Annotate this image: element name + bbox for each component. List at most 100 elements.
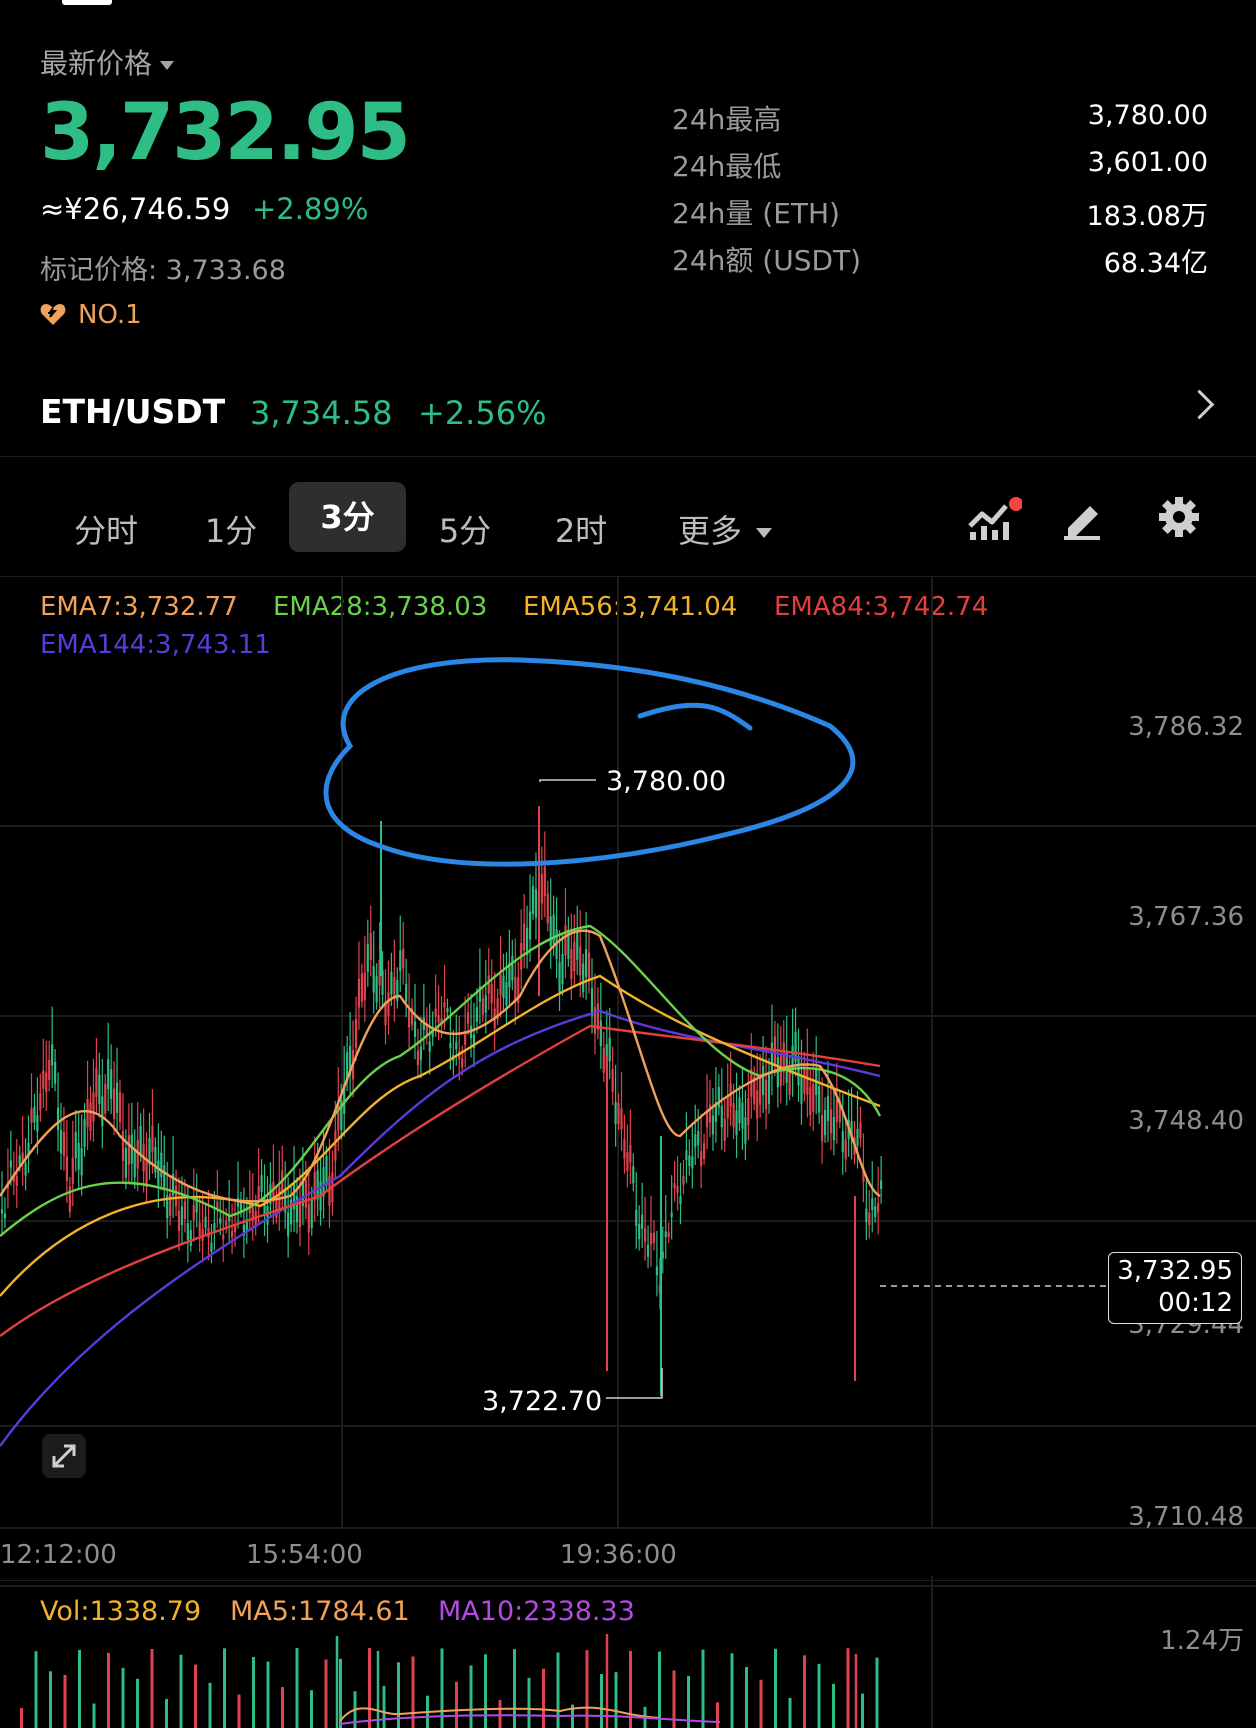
candle-body (558, 961, 561, 992)
candle-body (859, 1122, 862, 1138)
candle-body (68, 1186, 71, 1212)
candle-body (667, 1232, 670, 1238)
candle-body (467, 1012, 470, 1024)
volume-bar (92, 1703, 96, 1728)
candle-body (720, 1106, 723, 1128)
candle-body (865, 1208, 868, 1223)
candle-body (24, 1163, 27, 1176)
candle-body (797, 1056, 800, 1086)
y-axis-tick: 3,710.48 (1128, 1502, 1244, 1532)
candle-body (139, 1126, 142, 1155)
candle-body (71, 1157, 74, 1184)
candle-body (688, 1155, 691, 1167)
volume-bar (266, 1661, 270, 1728)
tab-more[interactable]: 更多 (660, 496, 790, 566)
candle-body (723, 1118, 726, 1141)
candle-body (408, 1009, 411, 1028)
tab-3min[interactable]: 3分 (289, 482, 406, 552)
volume-bar (49, 1671, 52, 1728)
candle-body (54, 1061, 57, 1084)
volume-bar (658, 1651, 661, 1728)
candle-body (475, 1007, 479, 1022)
candle-body (540, 874, 543, 904)
draw-pen-icon[interactable] (1062, 498, 1104, 540)
candle-body (874, 1206, 877, 1217)
hand-drawn-circle (323, 657, 856, 867)
divider (0, 1580, 1256, 1581)
candle-body (48, 1059, 51, 1080)
candle-body (121, 1131, 125, 1161)
tab-5min[interactable]: 5分 (410, 496, 520, 566)
settings-gear-icon[interactable] (1158, 496, 1200, 538)
candle-body (360, 973, 363, 1002)
x-axis-tick: 15:54:00 (246, 1540, 363, 1570)
stat-value-turnover: 68.34亿 (1103, 248, 1208, 279)
candle-body (201, 1228, 204, 1241)
candle-body (369, 932, 372, 960)
volume-bar (484, 1654, 487, 1728)
volume-bar (223, 1648, 226, 1728)
candle-body (434, 1008, 437, 1017)
candle-body (582, 963, 585, 992)
candle-body (564, 925, 567, 956)
y-axis-tick: 3,767.36 (1128, 902, 1244, 932)
volume-bar (179, 1654, 183, 1728)
stat-value-high: 3,780.00 (1087, 100, 1208, 131)
caret-down-icon (160, 60, 175, 70)
stat-label-turnover: 24h额 (USDT) (672, 244, 862, 277)
candle-countdown: 00:12 (1158, 1288, 1233, 1318)
volume-bar (208, 1682, 212, 1728)
caret-down-icon (756, 528, 772, 538)
candle-body (523, 923, 526, 951)
candle-body (635, 1209, 638, 1227)
volume-bar (368, 1648, 371, 1728)
candle-body (225, 1221, 228, 1226)
candle-body (823, 1109, 827, 1136)
candle-body (51, 1044, 54, 1066)
rank-badge[interactable]: NO.1 (40, 300, 142, 330)
candle-body (880, 1180, 883, 1190)
high-annotation: 3,780.00 (606, 766, 727, 797)
low-annotation: 3,722.70 (482, 1386, 603, 1417)
candle-body (732, 1103, 735, 1128)
stat-label-low: 24h最低 (672, 150, 782, 183)
volume-bar (774, 1648, 777, 1728)
candle-body (127, 1135, 130, 1165)
candle-body (809, 1087, 812, 1116)
candle-body (163, 1165, 166, 1190)
tab-1min[interactable]: 1分 (176, 496, 286, 566)
candle-body (711, 1115, 715, 1135)
candle-body (826, 1096, 830, 1121)
latest-price-label: 最新价格 (40, 47, 153, 80)
candle-body (124, 1148, 127, 1178)
expand-button[interactable] (42, 1434, 86, 1478)
candle-body (546, 893, 549, 924)
candle-body (764, 1079, 768, 1110)
volume-bar (614, 1672, 618, 1728)
rank-text: NO.1 (78, 300, 142, 330)
change-percent: +2.89% (252, 192, 369, 226)
volume-bar (832, 1683, 835, 1728)
tab-time-sharing[interactable]: 分时 (48, 496, 164, 566)
volume-bar (498, 1700, 502, 1728)
candle-body (145, 1159, 148, 1187)
candle-body (260, 1175, 263, 1192)
candle-body (514, 976, 517, 1002)
volume-value: Vol:1338.79 (40, 1596, 202, 1627)
high-leader-line (539, 779, 596, 782)
candle-body (231, 1230, 234, 1238)
candle-body (829, 1109, 833, 1134)
candle-body (679, 1196, 682, 1205)
candle-body (528, 911, 532, 940)
divider (0, 456, 1256, 457)
tab-2h[interactable]: 2时 (526, 496, 636, 566)
latest-price-dropdown[interactable]: 最新价格 (40, 42, 175, 82)
candle-body (549, 916, 552, 947)
candle-body (717, 1087, 720, 1108)
candle-body (110, 1069, 113, 1100)
indicator-chart-icon[interactable] (966, 496, 1022, 542)
volume-bar (542, 1668, 545, 1728)
candle-body (762, 1065, 765, 1095)
candle-body (266, 1206, 269, 1225)
last-price: 3,732.95 (40, 88, 411, 178)
